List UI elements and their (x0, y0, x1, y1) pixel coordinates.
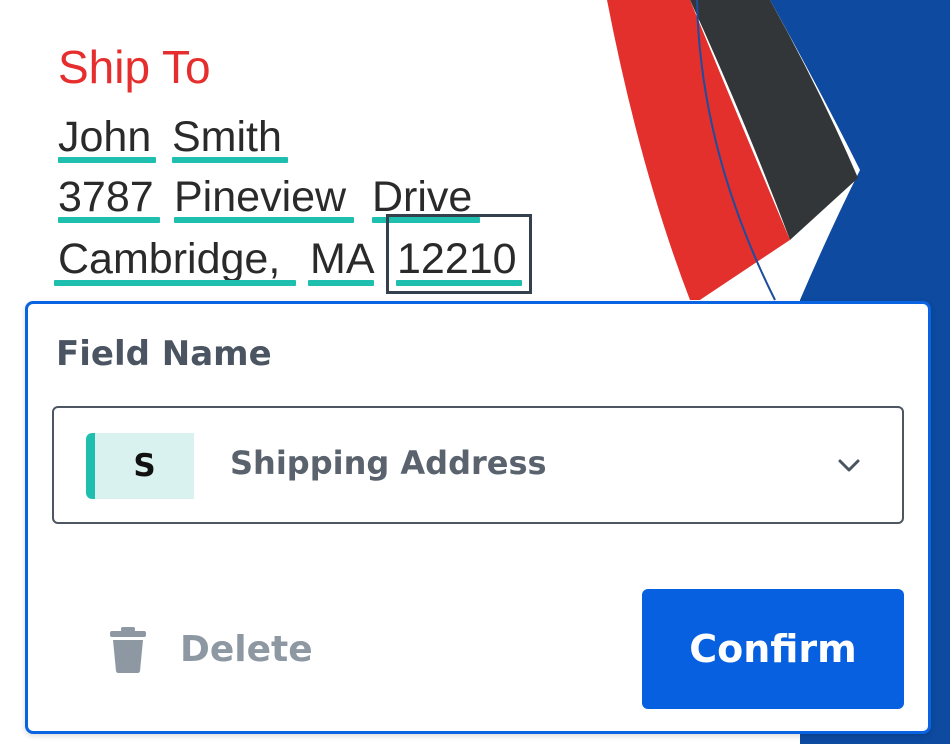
badge-letter: S (133, 448, 156, 484)
chevron-down-icon[interactable] (836, 453, 862, 479)
address-word[interactable]: Smith (172, 112, 282, 162)
address-word[interactable]: Pineview (174, 172, 346, 222)
highlight-underline (58, 157, 156, 163)
field-name-label: Field Name (56, 334, 272, 374)
delete-button[interactable]: Delete (108, 619, 328, 681)
selected-field-value: Shipping Address (230, 444, 547, 482)
ship-to-heading: Ship To (58, 41, 211, 93)
highlight-underline (58, 217, 160, 223)
address-word[interactable]: Cambridge, (58, 234, 280, 284)
field-name-select[interactable]: S Shipping Address (52, 406, 904, 524)
address-word[interactable]: 3787 (58, 172, 154, 222)
field-badge: S (86, 433, 194, 499)
field-assignment-popup: Field Name S Shipping Address Delete Con… (25, 301, 931, 734)
address-word[interactable]: John (58, 112, 151, 162)
delete-label: Delete (180, 629, 313, 670)
highlight-underline (174, 217, 354, 223)
highlight-underline (172, 157, 288, 163)
badge-accent (86, 433, 95, 499)
highlight-underline (308, 280, 374, 286)
confirm-button[interactable]: Confirm (642, 589, 904, 709)
selected-word-box (386, 214, 532, 294)
address-word[interactable]: MA (310, 234, 375, 284)
trash-icon (110, 627, 146, 673)
highlight-underline (54, 280, 296, 286)
